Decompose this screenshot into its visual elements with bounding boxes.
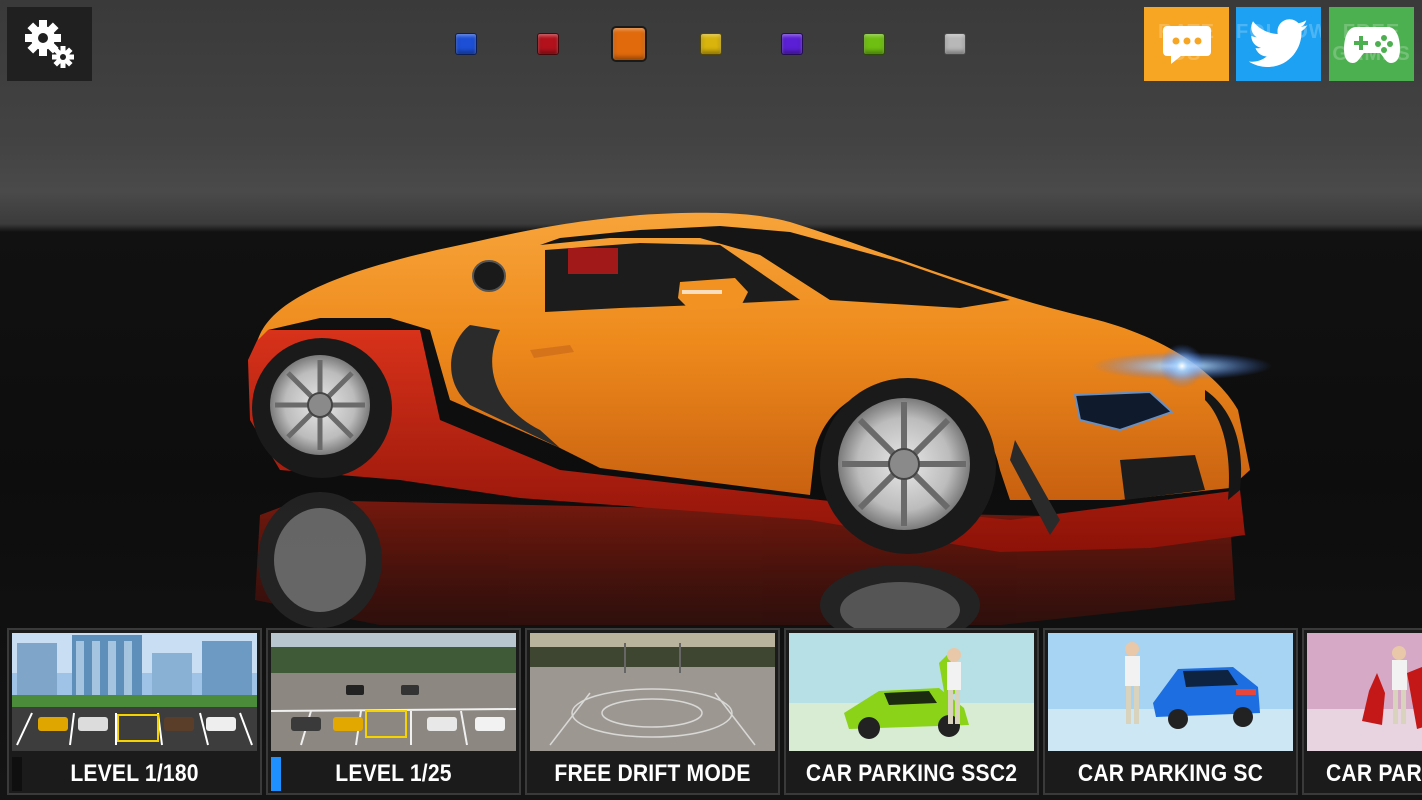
color-swatch-green[interactable] <box>863 33 885 55</box>
level-thumbnail-green-supercar <box>789 633 1034 751</box>
free-games-button[interactable]: FREE GAMES <box>1329 7 1414 81</box>
level-card-parking-lot[interactable]: LEVEL 1/25 <box>266 628 521 795</box>
color-swatch-red[interactable] <box>537 33 559 55</box>
level-card-label: CAR PARKING SC <box>1077 760 1264 787</box>
color-swatch-yellow[interactable] <box>700 33 722 55</box>
color-swatch-orange[interactable] <box>611 26 647 62</box>
level-thumbnail-drift-arena <box>530 633 775 751</box>
level-thumbnail-parking-lot <box>271 633 516 751</box>
color-swatch-silver[interactable] <box>944 33 966 55</box>
level-selector: LEVEL 1/180 LEVEL 1/25 FREE DRIFT MODE C… <box>0 627 1422 800</box>
level-card-career[interactable]: LEVEL 1/180 <box>7 628 262 795</box>
level-card-car-parking-partial[interactable]: CAR PAR <box>1302 628 1422 795</box>
rate-us-button[interactable]: RATE US <box>1144 7 1229 81</box>
chat-icon <box>1162 26 1211 64</box>
twitter-icon <box>1248 19 1308 67</box>
level-progress-fill <box>271 757 281 791</box>
level-card-label-text: CAR PAR <box>1326 760 1422 787</box>
level-card-car-parking-sc[interactable]: CAR PARKING SC <box>1043 628 1298 795</box>
level-progress-bar <box>271 757 281 791</box>
level-card-label: FREE DRIFT MODE <box>554 760 751 787</box>
twitter-follow-button[interactable]: FOLLOW <box>1236 7 1321 81</box>
level-card-label: CAR PAR <box>1304 755 1422 793</box>
gear-icon <box>24 20 74 68</box>
settings-button[interactable] <box>7 7 92 81</box>
gamepad-icon <box>1343 27 1400 63</box>
level-card-label: LEVEL 1/180 <box>70 760 199 787</box>
level-progress-bar <box>12 757 22 791</box>
color-swatch-purple[interactable] <box>781 33 803 55</box>
level-thumbnail-city-parking <box>12 633 257 751</box>
color-swatch-blue[interactable] <box>455 33 477 55</box>
level-card-label: CAR PARKING SSC2 <box>805 760 1018 787</box>
level-thumbnail-red-sports-car <box>1307 633 1422 751</box>
level-card-free-drift[interactable]: FREE DRIFT MODE <box>525 628 780 795</box>
level-card-label: LEVEL 1/25 <box>335 760 452 787</box>
level-card-car-parking-ssc2[interactable]: CAR PARKING SSC2 <box>784 628 1039 795</box>
level-thumbnail-blue-muscle-car <box>1048 633 1293 751</box>
